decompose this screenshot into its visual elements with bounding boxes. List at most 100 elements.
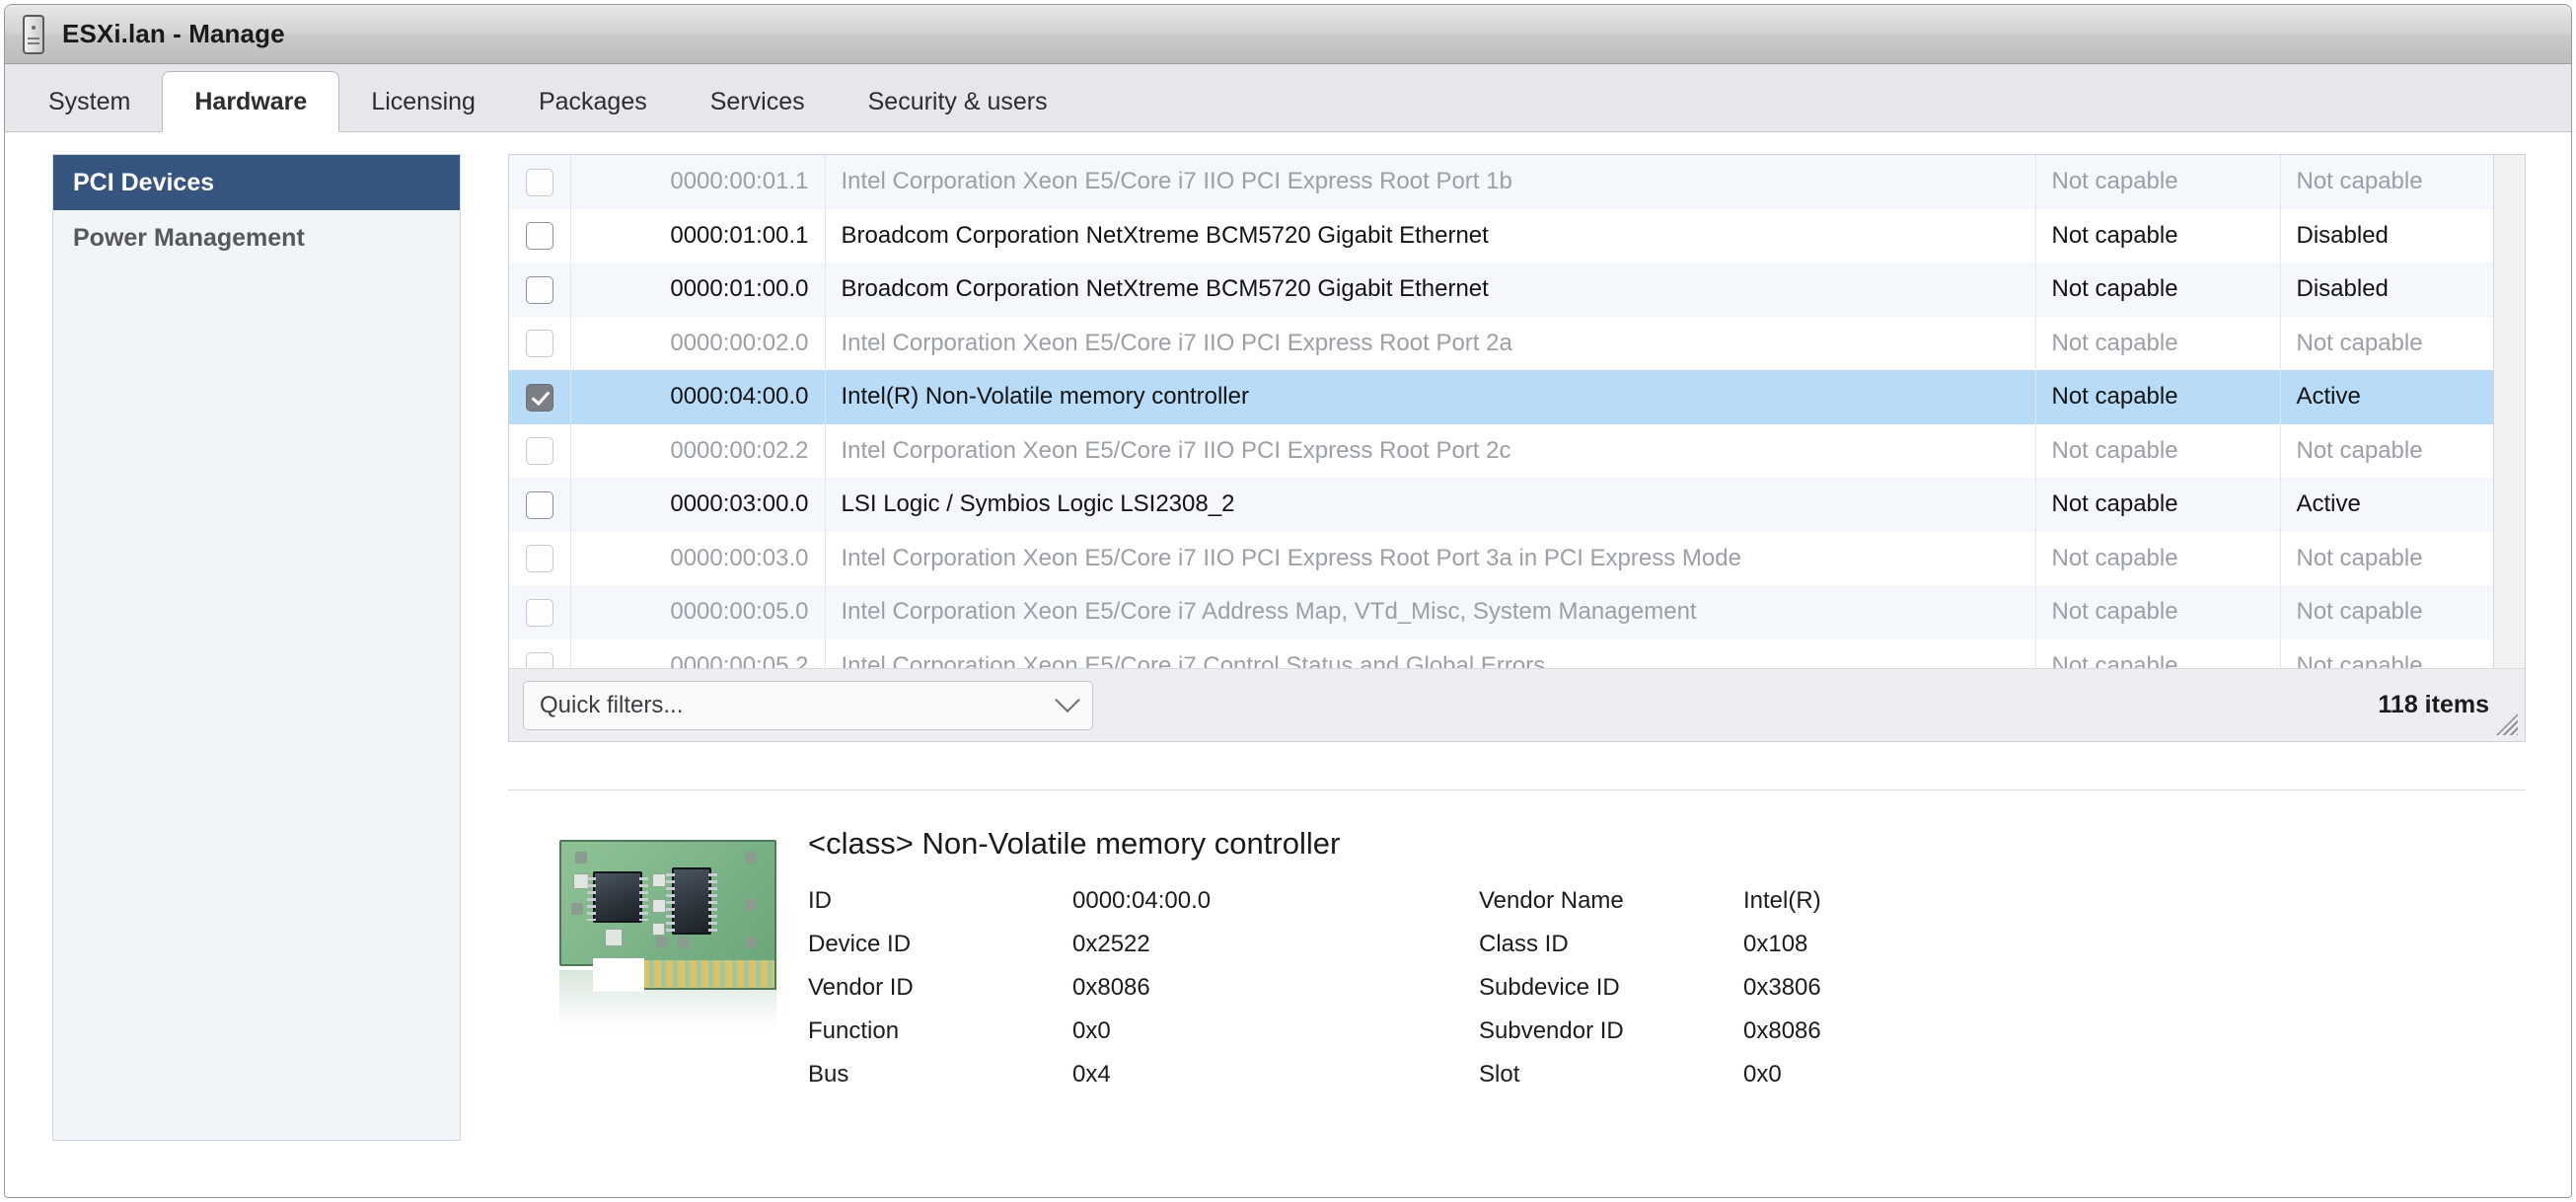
cell-description: Intel Corporation Xeon E5/Core i7 IIO PC… (825, 532, 2035, 586)
device-detail-title: <class> Non-Volatile memory controller (808, 826, 2526, 862)
table-row[interactable]: 0000:04:00.0Intel(R) Non-Volatile memory… (509, 370, 2525, 424)
device-property-key: Subdevice ID (1479, 974, 1743, 1017)
device-detail-panel: <class> Non-Volatile memory controller I… (508, 826, 2526, 1104)
table-vertical-scrollbar[interactable] (2493, 155, 2525, 668)
cell-address: 0000:00:03.0 (570, 532, 825, 586)
device-property-row: Subdevice ID0x3806 (1479, 974, 1821, 1017)
sidebar-item-power-management[interactable]: Power Management (53, 210, 460, 265)
cell-address: 0000:00:05.0 (570, 585, 825, 639)
checkbox-icon[interactable] (526, 222, 553, 250)
cell-description: Broadcom Corporation NetXtreme BCM5720 G… (825, 209, 2035, 263)
row-checkbox-cell[interactable] (509, 478, 570, 532)
row-checkbox-cell[interactable] (509, 155, 570, 209)
tab-system[interactable]: System (17, 72, 162, 131)
cell-address: 0000:01:00.1 (570, 209, 825, 263)
cell-passthrough-capable: Not capable (2035, 370, 2280, 424)
checkbox-icon[interactable] (526, 491, 553, 519)
table-scrollbar-thumb[interactable] (2497, 342, 2522, 668)
cell-address: 0000:00:05.2 (570, 639, 825, 669)
table-row[interactable]: 0000:00:01.1Intel Corporation Xeon E5/Co… (509, 155, 2525, 209)
cell-address: 0000:01:00.0 (570, 263, 825, 317)
quick-filters-select[interactable]: Quick filters... (523, 681, 1093, 730)
checkbox-icon[interactable] (526, 437, 553, 465)
device-property-value: 0x0 (1743, 1061, 1821, 1104)
cell-address: 0000:04:00.0 (570, 370, 825, 424)
sidebar-item-pci-devices[interactable]: PCI Devices (53, 155, 460, 210)
cell-address: 0000:00:02.0 (570, 317, 825, 371)
table-row[interactable]: 0000:01:00.0Broadcom Corporation NetXtre… (509, 263, 2525, 317)
cell-address: 0000:00:02.2 (570, 424, 825, 479)
device-property-row: Subvendor ID0x8086 (1479, 1017, 1821, 1061)
checkbox-icon[interactable] (526, 169, 553, 196)
cell-passthrough-status: Disabled (2280, 263, 2525, 317)
device-property-row: Vendor NameIntel(R) (1479, 887, 1821, 931)
device-property-row: Bus0x4 (808, 1061, 1479, 1104)
table-row[interactable]: 0000:01:00.1Broadcom Corporation NetXtre… (509, 209, 2525, 263)
cell-passthrough-status: Not capable (2280, 424, 2525, 479)
row-checkbox-cell[interactable] (509, 209, 570, 263)
tab-hardware[interactable]: Hardware (162, 71, 339, 132)
checkbox-icon[interactable] (526, 330, 553, 357)
device-property-row: Function0x0 (808, 1017, 1479, 1061)
table-row[interactable]: 0000:00:05.0Intel Corporation Xeon E5/Co… (509, 585, 2525, 639)
row-checkbox-cell[interactable] (509, 639, 570, 669)
table-row[interactable]: 0000:00:03.0Intel Corporation Xeon E5/Co… (509, 532, 2525, 586)
tab-bar: System Hardware Licensing Packages Servi… (5, 64, 2571, 132)
device-property-value: 0x8086 (1743, 1017, 1821, 1061)
sidebar-item-label: Power Management (73, 224, 305, 253)
pci-devices-table-container: 0000:00:01.1Intel Corporation Xeon E5/Co… (508, 154, 2526, 742)
device-property-key: Vendor Name (1479, 887, 1743, 931)
checkbox-icon[interactable] (526, 545, 553, 572)
row-checkbox-cell[interactable] (509, 585, 570, 639)
cell-address: 0000:03:00.0 (570, 478, 825, 532)
table-row[interactable]: 0000:00:05.2Intel Corporation Xeon E5/Co… (509, 639, 2525, 669)
tab-services[interactable]: Services (679, 72, 837, 131)
device-property-value: 0x4 (1072, 1061, 1479, 1104)
main-content: 0000:00:01.1Intel Corporation Xeon E5/Co… (508, 154, 2526, 1197)
pci-chip-small (593, 871, 642, 923)
row-checkbox-cell[interactable] (509, 317, 570, 371)
device-property-value: 0x3806 (1743, 974, 1821, 1017)
cell-passthrough-capable: Not capable (2035, 424, 2280, 479)
row-checkbox-cell[interactable] (509, 532, 570, 586)
cell-passthrough-status: Active (2280, 370, 2525, 424)
device-property-key: Subvendor ID (1479, 1017, 1743, 1061)
server-tower-icon (23, 15, 44, 54)
checkbox-checked-icon[interactable] (526, 384, 553, 412)
tab-licensing[interactable]: Licensing (339, 72, 507, 131)
cell-description: Intel(R) Non-Volatile memory controller (825, 370, 2035, 424)
table-row[interactable]: 0000:00:02.0Intel Corporation Xeon E5/Co… (509, 317, 2525, 371)
device-property-value: Intel(R) (1743, 887, 1821, 931)
cell-description: Intel Corporation Xeon E5/Core i7 IIO PC… (825, 317, 2035, 371)
device-property-row: Class ID0x108 (1479, 931, 1821, 974)
pci-devices-table: 0000:00:01.1Intel Corporation Xeon E5/Co… (509, 155, 2525, 668)
device-property-key: Class ID (1479, 931, 1743, 974)
cell-passthrough-status: Not capable (2280, 317, 2525, 371)
window-titlebar: ESXi.lan - Manage (5, 5, 2571, 64)
device-properties-right: Vendor NameIntel(R)Class ID0x108Subdevic… (1479, 887, 1821, 1104)
manage-window: ESXi.lan - Manage System Hardware Licens… (4, 4, 2572, 1198)
table-row[interactable]: 0000:00:02.2Intel Corporation Xeon E5/Co… (509, 424, 2525, 479)
checkbox-icon[interactable] (526, 652, 553, 668)
cell-passthrough-capable: Not capable (2035, 639, 2280, 669)
checkbox-icon[interactable] (526, 599, 553, 627)
cell-passthrough-capable: Not capable (2035, 263, 2280, 317)
row-checkbox-cell[interactable] (509, 263, 570, 317)
table-row[interactable]: 0000:03:00.0LSI Logic / Symbios Logic LS… (509, 478, 2525, 532)
cell-description: Intel Corporation Xeon E5/Core i7 Addres… (825, 585, 2035, 639)
checkbox-icon[interactable] (526, 276, 553, 304)
row-checkbox-cell[interactable] (509, 424, 570, 479)
tab-packages[interactable]: Packages (507, 72, 679, 131)
tab-security-users[interactable]: Security & users (837, 72, 1079, 131)
device-property-value: 0000:04:00.0 (1072, 887, 1479, 931)
device-property-key: Vendor ID (808, 974, 1072, 1017)
cell-passthrough-status: Disabled (2280, 209, 2525, 263)
device-property-value: 0x8086 (1072, 974, 1479, 1017)
cell-passthrough-status: Not capable (2280, 155, 2525, 209)
cell-passthrough-capable: Not capable (2035, 317, 2280, 371)
cell-passthrough-status: Not capable (2280, 639, 2525, 669)
device-property-key: Device ID (808, 931, 1072, 974)
cell-passthrough-status: Not capable (2280, 532, 2525, 586)
cell-passthrough-capable: Not capable (2035, 585, 2280, 639)
row-checkbox-cell[interactable] (509, 370, 570, 424)
